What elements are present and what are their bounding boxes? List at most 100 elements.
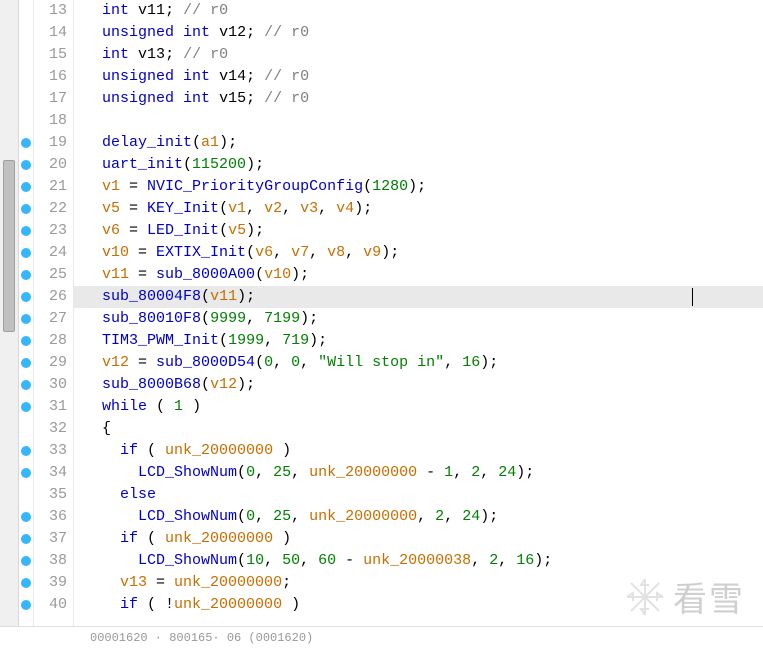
code-line[interactable]: v13 = unk_20000000;	[74, 572, 763, 594]
token-plain: =	[120, 222, 147, 239]
breakpoint-dot[interactable]	[21, 138, 31, 148]
breakpoint-dot[interactable]	[21, 534, 31, 544]
code-line[interactable]: LCD_ShowNum(10, 50, 60 - unk_20000038, 2…	[74, 550, 763, 572]
token-cmt: // r0	[264, 90, 309, 107]
token-var: v6	[102, 222, 120, 239]
breakpoint-gutter[interactable]	[19, 0, 34, 649]
breakpoint-dot[interactable]	[21, 292, 31, 302]
token-plain: ;	[246, 68, 255, 85]
token-plain: (	[138, 442, 165, 459]
breakpoint-dot[interactable]	[21, 248, 31, 258]
code-line[interactable]: unsigned int v12; // r0	[74, 22, 763, 44]
code-line[interactable]: int v13; // r0	[74, 44, 763, 66]
code-line[interactable]: v6 = LED_Init(v5);	[74, 220, 763, 242]
token-num: 25	[273, 464, 291, 481]
code-area[interactable]: int v11; // r0 unsigned int v12; // r0 i…	[74, 0, 763, 649]
breakpoint-dot[interactable]	[21, 314, 31, 324]
line-number: 16	[34, 66, 67, 88]
token-plain: ,	[291, 508, 309, 525]
breakpoint-dot[interactable]	[21, 578, 31, 588]
code-line[interactable]: sub_8000B68(v12);	[74, 374, 763, 396]
token-num: 719	[282, 332, 309, 349]
breakpoint-dot[interactable]	[21, 182, 31, 192]
breakpoint-dot[interactable]	[21, 600, 31, 610]
token-var: unk_20000000	[174, 596, 282, 613]
token-var: v5	[228, 222, 246, 239]
breakpoint-dot[interactable]	[21, 204, 31, 214]
token-var: unk_20000000	[309, 508, 417, 525]
decompiler-view: 1314151617181920212223242526272829303132…	[0, 0, 763, 649]
code-line[interactable]	[74, 110, 763, 132]
code-line[interactable]: v5 = KEY_Init(v1, v2, v3, v4);	[74, 198, 763, 220]
breakpoint-dot[interactable]	[21, 446, 31, 456]
token-kw: unsigned int	[102, 24, 210, 41]
token-plain: (	[201, 376, 210, 393]
token-kw: int	[102, 2, 129, 19]
code-line[interactable]: sub_80010F8(9999, 7199);	[74, 308, 763, 330]
token-num: 115200	[192, 156, 246, 173]
token-plain: (	[237, 464, 246, 481]
token-plain	[174, 46, 183, 63]
code-line[interactable]: v11 = sub_8000A00(v10);	[74, 264, 763, 286]
line-number: 35	[34, 484, 67, 506]
token-plain	[210, 24, 219, 41]
code-line[interactable]: delay_init(a1);	[74, 132, 763, 154]
breakpoint-dot[interactable]	[21, 380, 31, 390]
line-number: 36	[34, 506, 67, 528]
token-plain: -	[417, 464, 444, 481]
code-line[interactable]: sub_80004F8(v11);	[74, 286, 763, 308]
code-line[interactable]: int v11; // r0	[74, 0, 763, 22]
code-line[interactable]: v10 = EXTIX_Init(v6, v7, v8, v9);	[74, 242, 763, 264]
token-num: 16	[516, 552, 534, 569]
token-plain: ,	[255, 464, 273, 481]
code-line[interactable]: else	[74, 484, 763, 506]
breakpoint-dot[interactable]	[21, 512, 31, 522]
code-line[interactable]: unsigned int v14; // r0	[74, 66, 763, 88]
code-line[interactable]: unsigned int v15; // r0	[74, 88, 763, 110]
code-line[interactable]: TIM3_PWM_Init(1999, 719);	[74, 330, 763, 352]
breakpoint-dot[interactable]	[21, 270, 31, 280]
token-plain: );	[480, 354, 498, 371]
token-plain: ;	[246, 24, 255, 41]
token-num: 25	[273, 508, 291, 525]
token-num: 24	[498, 464, 516, 481]
token-plain: );	[534, 552, 552, 569]
token-plain: (	[183, 156, 192, 173]
code-line[interactable]: while ( 1 )	[74, 396, 763, 418]
token-plain: ,	[300, 552, 318, 569]
breakpoint-dot[interactable]	[21, 358, 31, 368]
code-line[interactable]: uart_init(115200);	[74, 154, 763, 176]
code-line[interactable]: if ( unk_20000000 )	[74, 528, 763, 550]
vertical-scrollbar[interactable]	[0, 0, 19, 649]
breakpoint-dot[interactable]	[21, 336, 31, 346]
breakpoint-dot[interactable]	[21, 556, 31, 566]
breakpoint-dot[interactable]	[21, 468, 31, 478]
line-number: 33	[34, 440, 67, 462]
breakpoint-dot[interactable]	[21, 402, 31, 412]
line-number: 24	[34, 242, 67, 264]
code-line[interactable]: if ( !unk_20000000 )	[74, 594, 763, 616]
token-plain	[210, 90, 219, 107]
breakpoint-dot[interactable]	[21, 226, 31, 236]
token-ident: LCD_ShowNum	[138, 552, 237, 569]
code-line[interactable]: LCD_ShowNum(0, 25, unk_20000000, 2, 24);	[74, 506, 763, 528]
line-number: 38	[34, 550, 67, 572]
token-plain: (	[192, 134, 201, 151]
line-number: 31	[34, 396, 67, 418]
breakpoint-dot[interactable]	[21, 160, 31, 170]
token-var: v13	[120, 574, 147, 591]
token-plain: ;	[165, 2, 174, 19]
token-ident: uart_init	[102, 156, 183, 173]
code-line[interactable]: v1 = NVIC_PriorityGroupConfig(1280);	[74, 176, 763, 198]
token-kw: int	[102, 46, 129, 63]
token-plain	[129, 46, 138, 63]
code-line[interactable]: if ( unk_20000000 )	[74, 440, 763, 462]
token-plain: v12	[219, 24, 246, 41]
scrollbar-thumb[interactable]	[3, 160, 15, 332]
token-ident: TIM3_PWM_Init	[102, 332, 219, 349]
code-line[interactable]: LCD_ShowNum(0, 25, unk_20000000 - 1, 2, …	[74, 462, 763, 484]
token-plain: =	[129, 354, 156, 371]
code-line[interactable]: v12 = sub_8000D54(0, 0, "Will stop in", …	[74, 352, 763, 374]
code-line[interactable]: {	[74, 418, 763, 440]
token-plain: {	[102, 420, 111, 437]
